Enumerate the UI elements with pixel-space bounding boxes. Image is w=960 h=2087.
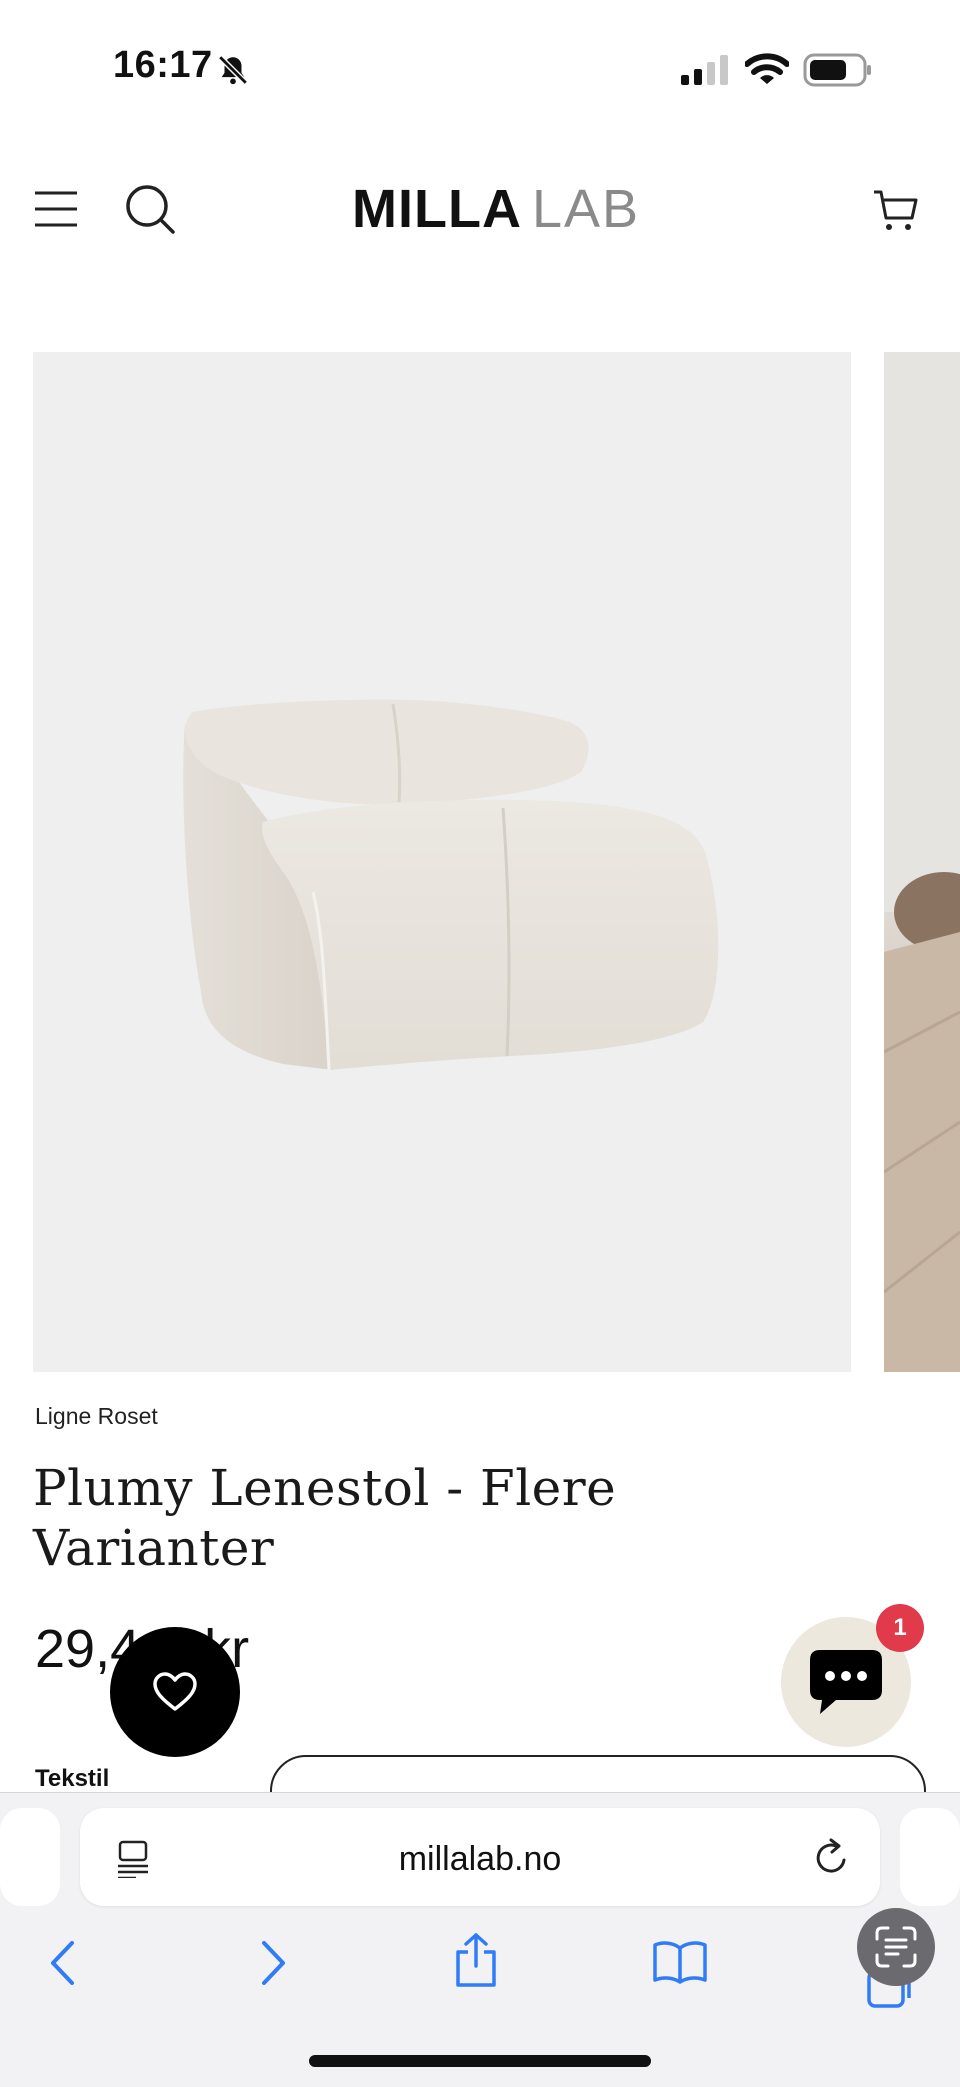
chat-badge: 1	[876, 1604, 924, 1652]
bookmarks-icon[interactable]	[652, 1940, 708, 1984]
option-label: Tekstil	[35, 1765, 110, 1792]
chat-bubble-icon	[806, 1646, 886, 1718]
heart-icon	[152, 1671, 198, 1713]
share-icon[interactable]	[453, 1932, 499, 1988]
next-tab-preview[interactable]	[900, 1808, 960, 1906]
battery-icon	[803, 53, 873, 87]
bell-slash-icon	[216, 53, 250, 87]
armchair-illustration	[183, 699, 719, 1071]
product-image-main[interactable]	[33, 352, 851, 1372]
room-photo-preview	[884, 352, 960, 1372]
previous-tab-preview[interactable]	[0, 1808, 60, 1906]
logo-light: LAB	[531, 179, 641, 239]
cart-icon[interactable]	[872, 188, 918, 232]
address-bar[interactable]: millalab.no	[80, 1808, 880, 1906]
product-brand[interactable]: Ligne Roset	[35, 1403, 158, 1430]
live-text-icon	[874, 1925, 918, 1969]
menu-icon[interactable]	[34, 190, 78, 228]
home-indicator	[309, 2055, 651, 2067]
scan-text-button[interactable]	[857, 1908, 935, 1986]
logo-bold: MILLA	[352, 179, 522, 239]
forward-icon[interactable]	[258, 1940, 288, 1986]
product-title: Plumy Lenestol - Flere Varianter	[33, 1459, 617, 1577]
url-text[interactable]: millalab.no	[80, 1840, 880, 1879]
product-image-next[interactable]	[884, 352, 960, 1372]
status-time: 16:17	[113, 44, 213, 86]
site-logo[interactable]: MILLA LAB	[352, 178, 640, 240]
back-icon[interactable]	[48, 1940, 78, 1986]
wifi-icon	[745, 52, 789, 86]
reload-icon[interactable]	[814, 1838, 850, 1876]
wishlist-button[interactable]	[110, 1627, 240, 1757]
cellular-signal-icon	[681, 55, 729, 85]
search-icon[interactable]	[124, 183, 176, 235]
